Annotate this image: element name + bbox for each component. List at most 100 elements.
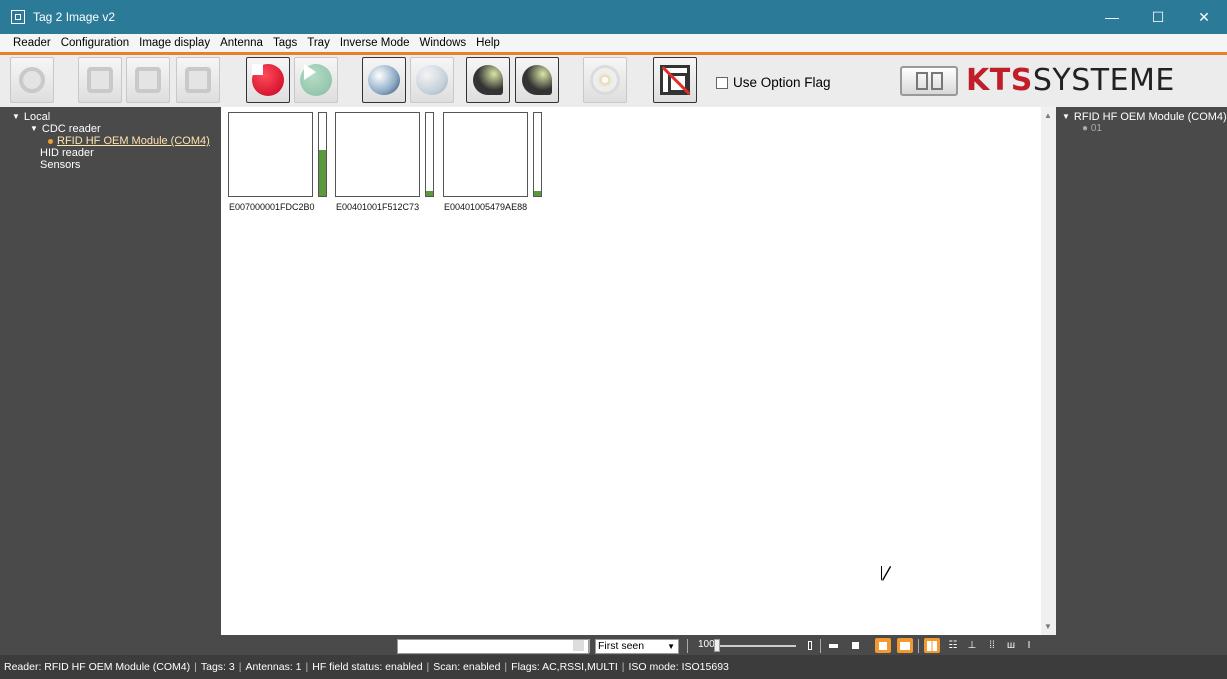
tag-id-label: E00401001F512C73 — [336, 202, 420, 212]
signal-bar-fill — [534, 191, 541, 196]
option-flag-checkbox[interactable]: Use Option Flag — [716, 75, 831, 90]
layout-small-button[interactable] — [847, 638, 863, 653]
satellite-dish-icon — [416, 65, 448, 95]
tag-edit-icon — [87, 67, 113, 93]
status-antennas: Antennas: 1 — [245, 661, 302, 673]
scroll-up-icon[interactable]: ▲ — [1044, 111, 1052, 120]
layout-large-button[interactable] — [897, 638, 913, 653]
antenna-tree-panel: ▼ RFID HF OEM Module (COM4) ● 01 — [1056, 107, 1227, 655]
status-hf-field: HF field status: enabled — [312, 661, 423, 673]
antenna-level-icon — [522, 65, 552, 95]
baseline-button[interactable]: ш — [1003, 638, 1019, 653]
tag-delete-icon — [185, 67, 211, 93]
menu-image-display[interactable]: Image display — [134, 37, 215, 49]
disc-icon — [590, 65, 620, 95]
inverse-mode-button[interactable] — [653, 57, 697, 103]
kts-logo: KTS SYSTEME — [900, 63, 1175, 98]
status-bar: Reader: RFID HF OEM Module (COM4) | Tags: … — [0, 655, 1227, 679]
chevron-down-icon: ▼ — [667, 642, 675, 651]
menu-windows[interactable]: Windows — [415, 37, 472, 49]
maximize-button[interactable]: ☐ — [1135, 0, 1181, 34]
tag-export-button[interactable] — [126, 57, 170, 103]
logo-kts-text: KTS — [966, 63, 1033, 98]
tree-node-selected-device[interactable]: RFID HF OEM Module (COM4) — [0, 135, 221, 147]
stop-icon — [252, 64, 284, 96]
divider — [687, 639, 688, 653]
antenna-signal-icon — [473, 65, 503, 95]
tag-export-icon — [135, 67, 161, 93]
grid-view-button[interactable] — [924, 638, 940, 653]
signal-bar — [533, 112, 542, 197]
divider — [820, 639, 821, 653]
list-view-button[interactable]: ☷ — [945, 638, 961, 653]
tree-node-device[interactable]: ▼ RFID HF OEM Module (COM4) — [1056, 111, 1227, 123]
toolbar: Use Option Flag KTS SYSTEME — [0, 55, 1227, 107]
spacing-button[interactable]: ⁞⁞ — [984, 638, 1000, 653]
reader-tree-panel: ▼ Local ▼ CDC reader RFID HF OEM Module … — [0, 107, 221, 655]
antenna-dot-icon: ● — [1082, 123, 1089, 134]
menu-tray[interactable]: Tray — [302, 37, 335, 49]
tag-image[interactable] — [228, 112, 313, 197]
tag-write-button[interactable] — [78, 57, 122, 103]
tree-node-antenna[interactable]: ● 01 — [1056, 123, 1227, 135]
menu-configuration[interactable]: Configuration — [56, 37, 134, 49]
signal-bar — [425, 112, 434, 197]
antenna-level-button[interactable] — [515, 57, 559, 103]
divider — [589, 639, 590, 653]
status-flags: Flags: AC,RSSI,MULTI — [511, 661, 618, 673]
satellite-dish-icon — [368, 65, 400, 95]
chevron-down-icon[interactable]: ▼ — [12, 111, 20, 123]
sort-select[interactable]: First seen ▼ — [595, 639, 679, 654]
vertical-scrollbar[interactable]: ▲ ▼ — [1041, 107, 1056, 635]
antenna-dish-off-button[interactable] — [410, 57, 454, 103]
tag-delete-button[interactable] — [176, 57, 220, 103]
status-dot-icon — [48, 138, 53, 144]
play-button[interactable] — [294, 57, 338, 103]
layout-medium-button[interactable] — [875, 638, 891, 653]
menu-reader[interactable]: Reader — [8, 37, 56, 49]
status-reader: Reader: RFID HF OEM Module (COM4) — [4, 661, 191, 673]
zoom-slider[interactable] — [714, 639, 796, 652]
tag-image[interactable] — [443, 112, 528, 197]
window-title: Tag 2 Image v2 — [33, 10, 116, 24]
menu-tags[interactable]: Tags — [268, 37, 302, 49]
tag-image[interactable] — [335, 112, 420, 197]
minimize-button[interactable]: — — [1089, 0, 1135, 34]
text-cursor-button[interactable]: I — [1021, 638, 1037, 653]
menu-inverse-mode[interactable]: Inverse Mode — [335, 37, 415, 49]
tree-node-sensors[interactable]: Sensors — [0, 159, 221, 171]
disc-button[interactable] — [583, 57, 627, 103]
stop-button[interactable] — [246, 57, 290, 103]
reader-scan-button[interactable] — [10, 57, 54, 103]
close-button[interactable]: ✕ — [1181, 0, 1227, 34]
chevron-down-icon[interactable]: ▼ — [30, 123, 38, 135]
scroll-down-icon[interactable]: ▼ — [1044, 622, 1052, 631]
layout-wide-button[interactable] — [825, 638, 841, 653]
antenna-dish-button[interactable] — [362, 57, 406, 103]
tag-id-label: E007000001FDC2B0 — [229, 202, 315, 212]
option-flag-label: Use Option Flag — [733, 75, 831, 90]
zoom-value: 100 — [698, 639, 715, 650]
clear-filter-icon[interactable] — [573, 640, 584, 651]
tag-id-label: E00401005479AE88 — [444, 202, 528, 212]
kts-logo-mark — [900, 65, 958, 96]
menu-help[interactable]: Help — [471, 37, 505, 49]
antenna-signal-button[interactable] — [466, 57, 510, 103]
slider-thumb[interactable] — [714, 639, 720, 652]
menu-bar: Reader Configuration Image display Anten… — [0, 34, 1227, 52]
bar-orientation-button[interactable] — [802, 638, 818, 653]
search-input[interactable] — [397, 639, 589, 654]
chevron-down-icon[interactable]: ▼ — [1062, 111, 1070, 123]
align-bottom-button[interactable]: ⊥ — [964, 638, 980, 653]
checkbox-box[interactable] — [716, 76, 728, 89]
title-bar: Tag 2 Image v2 — ☐ ✕ — [0, 0, 1227, 34]
status-tags: Tags: 3 — [200, 661, 235, 673]
signal-bar-fill — [426, 191, 433, 196]
tree-node-hid-reader[interactable]: HID reader — [0, 147, 221, 159]
menu-antenna[interactable]: Antenna — [215, 37, 268, 49]
divider — [918, 639, 919, 653]
tree-node-local[interactable]: ▼ Local — [0, 111, 221, 123]
play-icon — [300, 64, 332, 96]
signal-bar-fill — [319, 150, 326, 196]
tree-node-cdc-reader[interactable]: ▼ CDC reader — [0, 123, 221, 135]
